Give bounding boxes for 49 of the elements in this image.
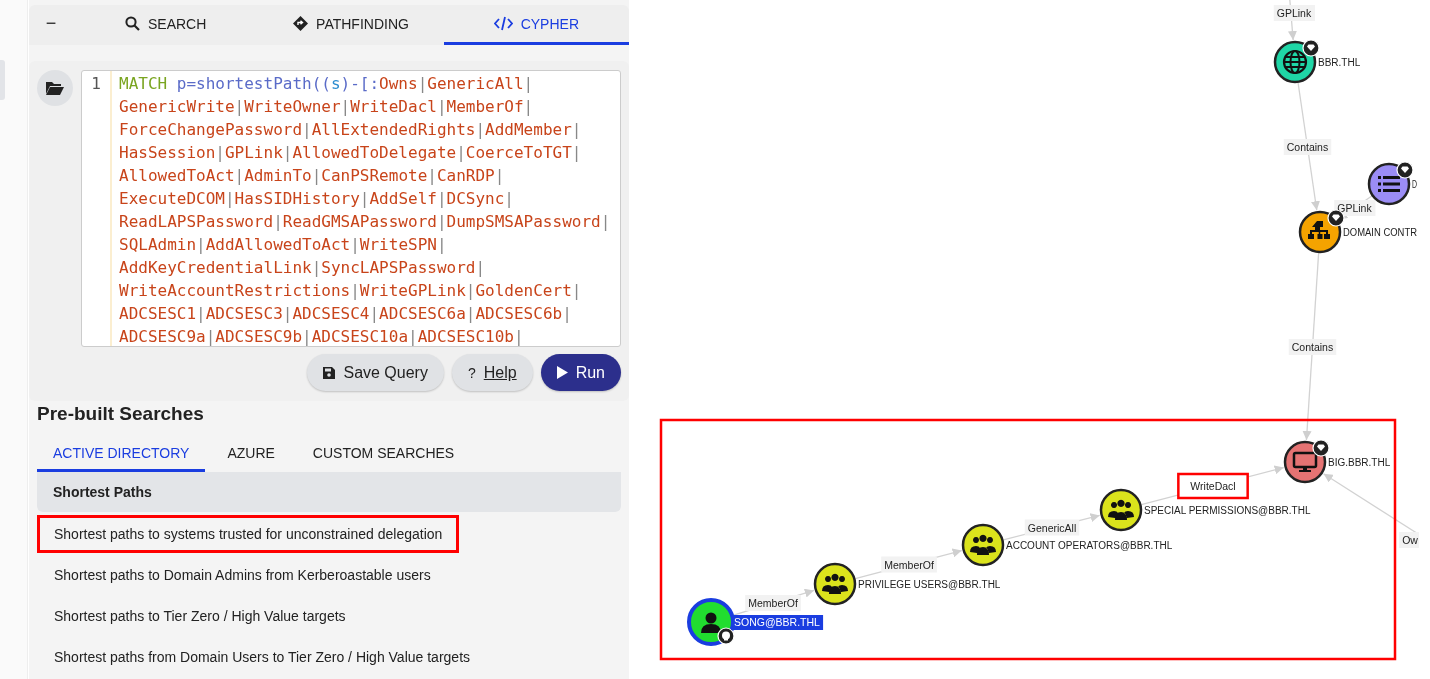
edge-label: GenericAll: [1024, 519, 1080, 536]
group-icon: [822, 573, 848, 594]
group-icon: [1108, 499, 1134, 520]
node-label: DOMAIN CONTR: [1343, 227, 1419, 238]
play-icon: [556, 366, 568, 379]
node-label: BBR.THL: [1318, 57, 1361, 68]
diamond-route-icon: [293, 16, 309, 31]
search-icon: [125, 16, 140, 31]
section-heading: Pre-built Searches: [36, 402, 205, 425]
category-header[interactable]: Shortest Paths: [37, 472, 621, 512]
panel-tab[interactable]: SEARCH: [73, 5, 259, 45]
ou-icon: [1308, 221, 1330, 239]
gpo-icon: [1378, 176, 1400, 192]
open-folder-button[interactable]: [37, 70, 73, 106]
folder-icon: [46, 81, 64, 95]
computer-icon: [1292, 451, 1318, 472]
search-category-tab[interactable]: AZURE: [211, 439, 291, 472]
prebuilt-query-item[interactable]: Shortest paths to Domain Admins from Kerberoastable users: [37, 556, 448, 594]
prebuilt-query-item[interactable]: Shortest paths to Tier Zero / High Value targets: [37, 597, 363, 635]
node-label: SPECIAL PERMISSIONS@BBR.THL: [1144, 505, 1311, 516]
edge-label: Contains: [1288, 339, 1337, 355]
node-label: SONG@BBR.THL: [731, 615, 824, 630]
code-icon: [493, 16, 513, 31]
run-button[interactable]: Run: [540, 354, 621, 391]
save-button[interactable]: Save Query: [307, 354, 444, 391]
domain-icon: [1282, 49, 1308, 75]
node-label: ACCOUNT OPERATORS@BBR.THL: [1006, 540, 1173, 551]
line-number: 1: [91, 74, 101, 93]
cypher-query: MATCH p=shortestPath((s)-[:Owns|GenericAll|GenericWrite|WriteOwner|WriteDacl|MemberOf|ForceChangePassword|AllExtendedRights|AddMember|HasSession|GPLink|AllowedToDelegate|CoerceToTGT|AllowedToAct|AdminTo|CanPSRemote|CanRDP|ExecuteDCOM|HasSIDHistory|AddSelf|DCSync|ReadLAPSPassword|ReadGMSAPassword|DumpSMSAPassword|SQLAdmin|AddAllowedToAct|WriteSPN|AddKeyCredentialLink|SyncLAPSPassword|WriteAccountRestrictions|WriteGPLink|GoldenCert|ADCSESC1|ADCSESC3|ADCSESC4|ADCSESC6a|ADCSESC6b|ADCSESC9a|ADCSESC9b|ADCSESC10a|ADCSESC10b|: [118, 73, 612, 346]
panel-tab[interactable]: PATHFINDING: [258, 5, 444, 45]
question-mark-icon: ?: [467, 364, 476, 381]
edge-label: GPLink: [1334, 200, 1376, 216]
group-icon: [970, 534, 996, 555]
node-label: D: [1412, 179, 1419, 190]
panel-tab[interactable]: CYPHER: [443, 5, 629, 45]
prebuilt-query-item[interactable]: Shortest paths from Domain Users to Tier Zero / High Value targets: [37, 638, 488, 676]
node-label: PRIVILEGE USERS@BBR.THL: [858, 579, 1001, 590]
edge-label: MemberOf: [745, 595, 801, 611]
edge-label: Ow: [1399, 532, 1419, 548]
edge-label: GPLink: [1273, 5, 1315, 21]
framed-edge-label: WriteDacl: [1177, 472, 1249, 500]
edge-label: MemberOf: [881, 556, 937, 573]
edge-label: Contains: [1283, 139, 1332, 155]
node-label: BIG.BBR.THL: [1328, 457, 1391, 468]
user-icon: [701, 612, 721, 633]
search-category-tab[interactable]: CUSTOM SEARCHES: [296, 439, 471, 472]
help-button[interactable]: ? Help: [451, 354, 533, 391]
prebuilt-query-item[interactable]: Shortest paths to systems trusted for unconstrained delegation: [37, 515, 460, 553]
collapse-button[interactable]: −: [29, 5, 73, 45]
